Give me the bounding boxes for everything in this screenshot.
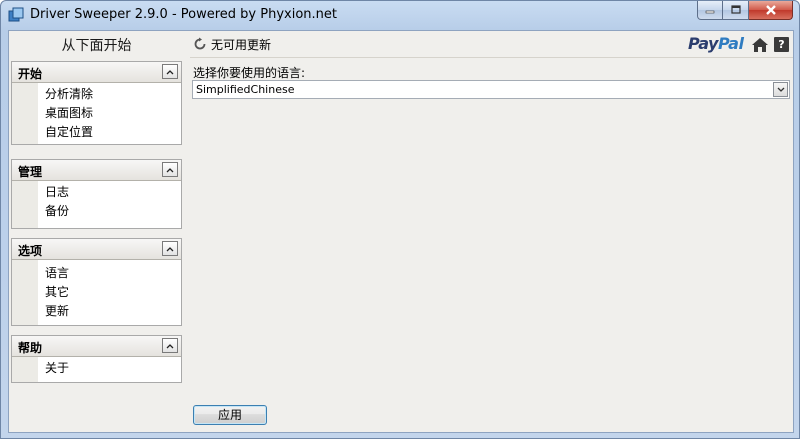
minimize-icon	[705, 10, 715, 14]
group-options-body: 语言 其它 更新	[12, 260, 181, 325]
group-start: 开始 分析清除 桌面图标 自定位置	[11, 61, 182, 145]
top-bar: 无可用更新 PayPal ?	[190, 31, 793, 57]
group-title: 选项	[18, 244, 43, 258]
chevron-down-icon	[777, 87, 784, 92]
group-help-body: 关于	[12, 357, 181, 382]
sidebar-item-custom-locations[interactable]: 自定位置	[12, 123, 181, 142]
language-value: SimplifiedChinese	[196, 83, 295, 96]
maximize-button[interactable]	[723, 1, 749, 20]
chevron-up-icon	[166, 69, 174, 74]
paypal-logo[interactable]: PayPal	[688, 34, 744, 53]
language-settings: 选择你要使用的语言: SimplifiedChinese 应用	[190, 57, 793, 432]
maximize-icon	[730, 5, 741, 14]
sidebar-item-misc[interactable]: 其它	[12, 283, 181, 302]
group-title: 开始	[18, 67, 43, 81]
sidebar-item-update[interactable]: 更新	[12, 302, 181, 321]
paypal-pal-text: Pal	[717, 34, 744, 53]
language-dropdown[interactable]: SimplifiedChinese	[192, 80, 790, 99]
window-title: Driver Sweeper 2.9.0 - Powered by Phyxio…	[30, 7, 337, 22]
group-start-header[interactable]: 开始	[12, 62, 181, 83]
sidebar-header: 从下面开始	[61, 38, 132, 54]
sidebar: 从下面开始 开始 分析清除 桌面图标 自定位置 管理 日志 备份 选项 语言 其…	[9, 31, 184, 432]
chevron-up-icon	[166, 167, 174, 172]
help-icon[interactable]: ?	[774, 37, 789, 52]
close-icon	[765, 5, 776, 15]
group-manage: 管理 日志 备份	[11, 159, 182, 229]
title-bar[interactable]: Driver Sweeper 2.9.0 - Powered by Phyxio…	[1, 1, 799, 29]
sidebar-item-desktop-icons[interactable]: 桌面图标	[12, 104, 181, 123]
group-options-header[interactable]: 选项	[12, 239, 181, 260]
paypal-pay-text: Pay	[688, 34, 718, 53]
close-button[interactable]	[749, 1, 793, 20]
chevron-up-icon	[166, 343, 174, 348]
sidebar-item-analyze-clean[interactable]: 分析清除	[12, 85, 181, 104]
group-help-header[interactable]: 帮助	[12, 336, 181, 357]
caption-buttons	[697, 1, 793, 21]
minimize-button[interactable]	[697, 1, 723, 20]
sidebar-item-backup[interactable]: 备份	[12, 202, 181, 221]
collapse-button[interactable]	[162, 162, 178, 177]
refresh-icon	[194, 37, 206, 50]
app-icon	[8, 7, 24, 22]
sidebar-item-about[interactable]: 关于	[12, 359, 181, 378]
group-options: 选项 语言 其它 更新	[11, 238, 182, 326]
home-icon[interactable]	[751, 37, 769, 53]
group-title: 帮助	[18, 341, 43, 355]
update-status: 无可用更新	[211, 38, 272, 52]
chevron-up-icon	[166, 246, 174, 251]
group-manage-header[interactable]: 管理	[12, 160, 181, 181]
sidebar-item-log[interactable]: 日志	[12, 183, 181, 202]
group-title: 管理	[18, 165, 43, 179]
group-manage-body: 日志 备份	[12, 181, 181, 228]
apply-button[interactable]: 应用	[193, 405, 267, 425]
client-area: 从下面开始 开始 分析清除 桌面图标 自定位置 管理 日志 备份 选项 语言 其…	[8, 30, 794, 433]
group-start-body: 分析清除 桌面图标 自定位置	[12, 83, 181, 144]
dropdown-arrow-button[interactable]	[773, 82, 788, 97]
app-window: Driver Sweeper 2.9.0 - Powered by Phyxio…	[0, 0, 800, 439]
collapse-button[interactable]	[162, 338, 178, 353]
main-panel: 无可用更新 PayPal ? 选择你要使用的语言: SimplifiedChin…	[190, 31, 793, 432]
sidebar-item-language[interactable]: 语言	[12, 264, 181, 283]
collapse-button[interactable]	[162, 241, 178, 256]
language-label: 选择你要使用的语言:	[193, 66, 306, 80]
group-help: 帮助 关于	[11, 335, 182, 383]
collapse-button[interactable]	[162, 64, 178, 79]
